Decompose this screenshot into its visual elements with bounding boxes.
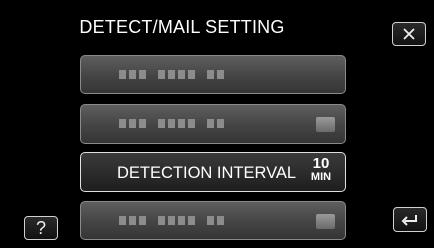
interval-value-icon: 10 MIN <box>307 156 335 183</box>
return-arrow-icon <box>401 214 417 226</box>
placeholder-text <box>119 216 224 225</box>
back-button[interactable] <box>393 207 427 232</box>
placeholder-text <box>119 70 224 79</box>
menu-item-2[interactable] <box>80 104 346 144</box>
help-icon: ? <box>35 217 46 238</box>
value-placeholder-icon <box>316 117 335 132</box>
close-button[interactable] <box>392 22 426 46</box>
interval-value: 10 <box>312 155 330 172</box>
page-title: DETECT/MAIL SETTING <box>79 17 285 37</box>
placeholder-text <box>119 119 224 128</box>
value-placeholder-icon <box>316 214 335 229</box>
close-icon <box>403 28 415 40</box>
interval-unit: MIN <box>310 171 332 183</box>
menu-item-4[interactable] <box>80 201 346 240</box>
menu-item-detection-interval[interactable]: DETECTION INTERVAL 10 MIN <box>80 152 346 192</box>
help-button[interactable]: ? <box>24 216 58 240</box>
menu-item-1[interactable] <box>80 55 346 94</box>
detection-interval-label: DETECTION INTERVAL <box>117 164 297 182</box>
